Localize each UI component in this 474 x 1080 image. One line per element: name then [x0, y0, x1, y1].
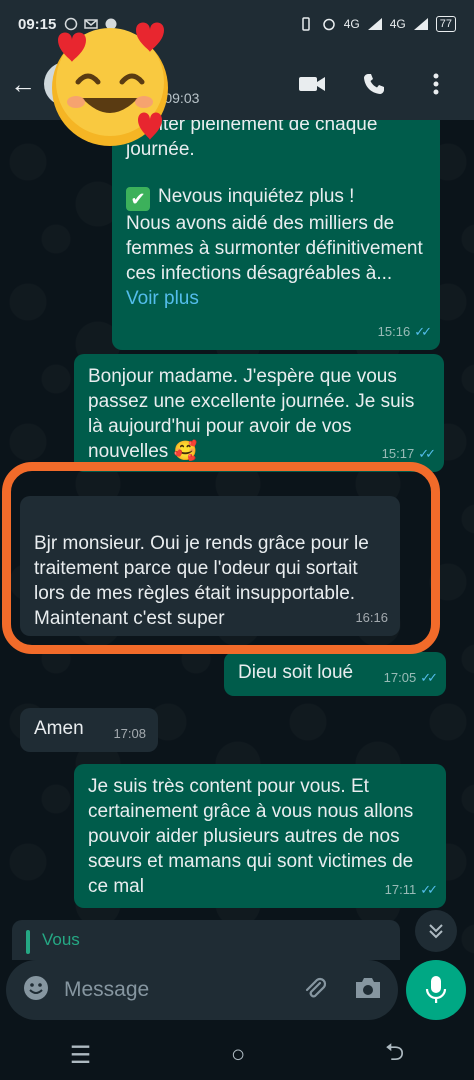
message-input[interactable] [64, 978, 284, 1002]
message-outgoing[interactable]: Dieu soit loué 17:05 ✓✓ [224, 652, 446, 696]
attach-icon[interactable] [302, 975, 328, 1006]
reply-author: Vous [42, 930, 80, 949]
video-call-icon[interactable] [298, 70, 326, 98]
battery-indicator: 77 [435, 16, 456, 32]
network-2: 4G [389, 17, 406, 31]
back-icon[interactable]: ⮌ [385, 1035, 404, 1076]
read-ticks-icon: ✓✓ [420, 882, 438, 897]
voice-call-icon[interactable] [360, 70, 388, 98]
highlight-annotation [2, 462, 440, 654]
back-arrow-icon[interactable]: ← [10, 69, 38, 100]
message-meta: 17:08 [113, 721, 146, 746]
message-outgoing[interactable]: Je suis très content pour vous. Et certa… [74, 764, 446, 908]
message-text: Je suis très content pour vous. Et certa… [88, 776, 414, 897]
message-body: Nous avons aidé des milliers de femmes à… [126, 211, 426, 311]
network-1: 4G [343, 17, 360, 31]
message-outgoing[interactable]: profiter pleinement de chaque journée. ✔… [112, 120, 440, 350]
message-composer [6, 960, 398, 1020]
recent-apps-icon[interactable]: ☰ [70, 1041, 92, 1070]
reply-preview[interactable]: Vous [12, 920, 400, 960]
message-incoming[interactable]: Amen 17:08 [20, 708, 158, 752]
read-ticks-icon: ✓✓ [420, 670, 438, 685]
status-right: 4G 4G 77 [298, 16, 456, 32]
message-time: 17:05 [383, 670, 417, 685]
menu-icon[interactable] [422, 70, 450, 98]
message-heading: Nevous inquiétez plus ! [158, 186, 355, 207]
smiling-hearts-emoji-icon [52, 22, 168, 146]
message-meta: 17:05 ✓✓ [383, 665, 438, 690]
emoji-icon[interactable] [22, 974, 50, 1007]
message-heading-row: ✔ Nevous inquiétez plus ! [126, 184, 426, 211]
vibrate-icon [301, 17, 310, 31]
signal-icon-2 [413, 18, 428, 30]
message-time: 17:11 [384, 882, 417, 897]
message-time: 15:16 [377, 324, 411, 339]
message-text: Bonjour madame. J'espère que vous passez… [88, 366, 415, 462]
camera-icon[interactable] [354, 976, 382, 1005]
message-outgoing[interactable]: Bonjour madame. J'espère que vous passez… [74, 354, 444, 472]
read-ticks-icon: ✓✓ [414, 324, 432, 339]
read-ticks-icon: ✓✓ [418, 446, 436, 461]
double-chevron-down-icon [429, 924, 443, 939]
signal-icon [367, 18, 382, 30]
header-actions [298, 70, 464, 98]
voice-record-button[interactable] [406, 960, 466, 1020]
message-time: 17:08 [113, 726, 146, 741]
alarm-icon [322, 18, 335, 31]
message-meta: 17:11 ✓✓ [384, 877, 438, 902]
check-mark-icon: ✔ [126, 187, 150, 211]
microphone-icon [425, 976, 447, 1003]
message-meta: 15:16 ✓✓ [377, 319, 432, 344]
system-nav-bar: ☰ ○ ⮌ [0, 1030, 474, 1080]
home-icon[interactable]: ○ [231, 1041, 246, 1069]
message-body-text: Nous avons aidé des milliers de femmes à… [126, 213, 423, 284]
see-more-link[interactable]: Voir plus [126, 288, 199, 309]
scroll-down-button[interactable] [415, 910, 457, 952]
